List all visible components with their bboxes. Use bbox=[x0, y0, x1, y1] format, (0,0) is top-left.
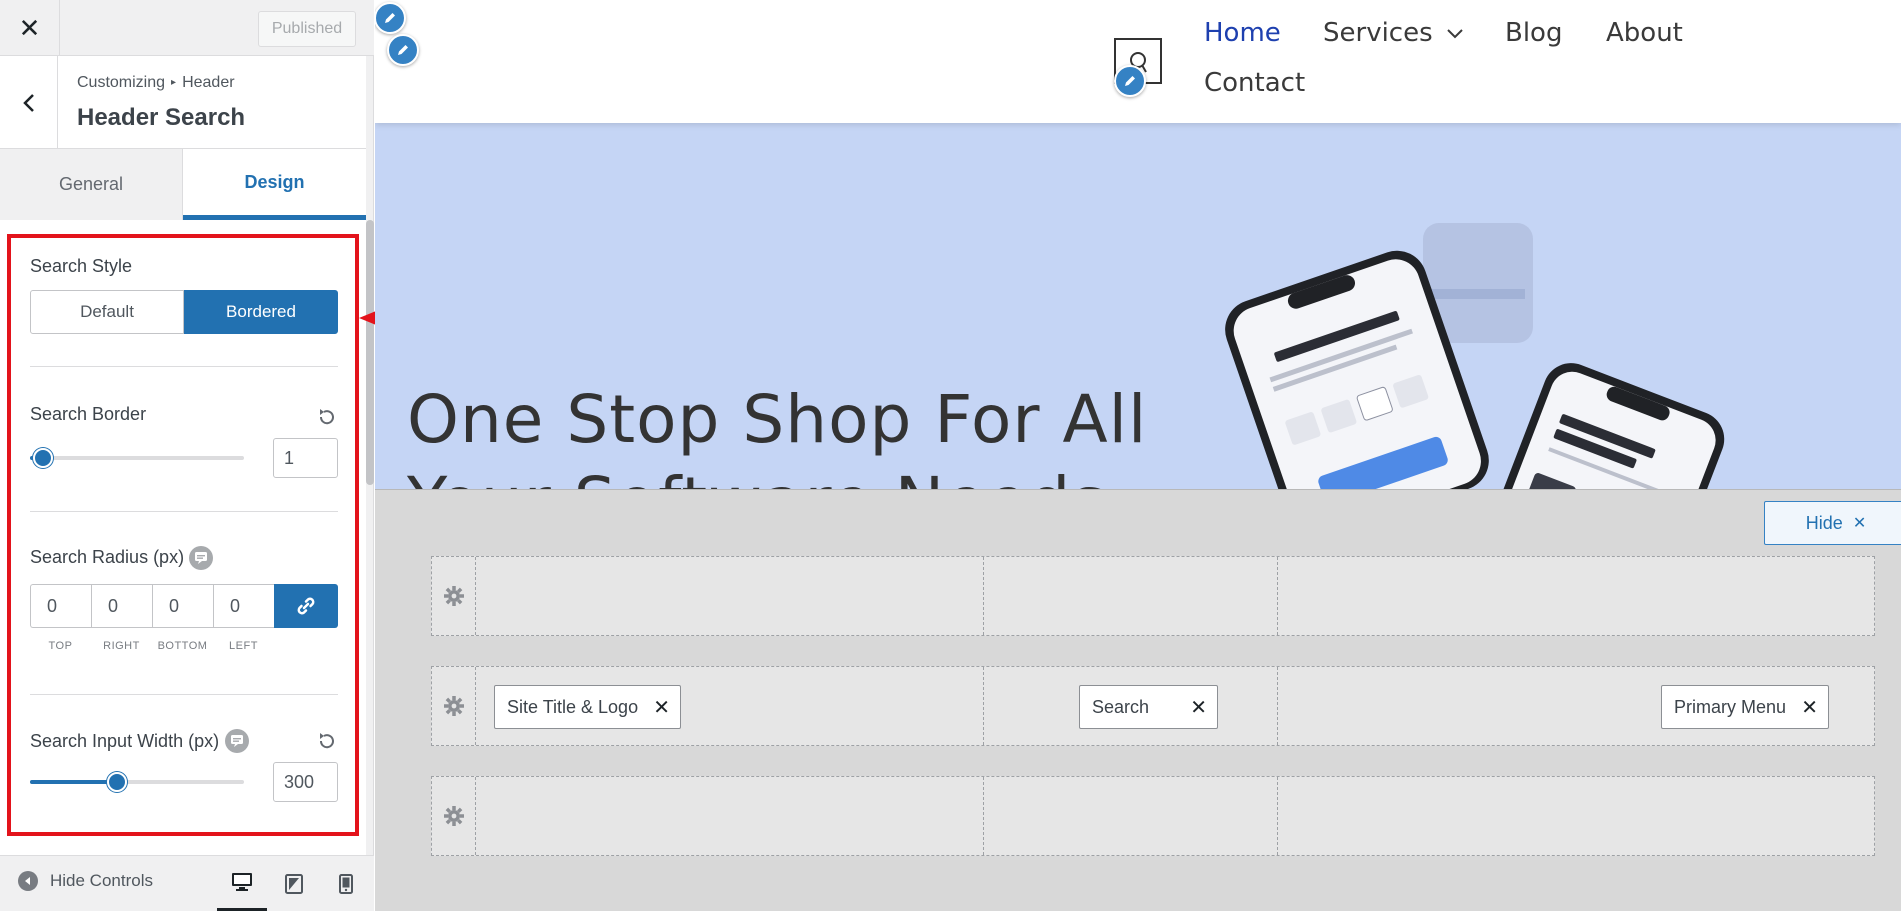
annotation-highlight-box bbox=[7, 234, 359, 836]
nav-services-label: Services bbox=[1323, 18, 1433, 48]
customizer-footer: Hide Controls bbox=[0, 855, 374, 911]
close-icon: ✕ bbox=[18, 12, 41, 43]
column-divider bbox=[1277, 557, 1278, 635]
hero-section: One Stop Shop For All Your Software Need… bbox=[375, 123, 1901, 489]
column-divider bbox=[983, 777, 984, 855]
hero-title-line-1: One Stop Shop For All bbox=[407, 381, 1148, 458]
nav-blog[interactable]: Blog bbox=[1505, 18, 1562, 48]
builder-item-label: Search bbox=[1092, 696, 1150, 717]
builder-item-label: Primary Menu bbox=[1674, 696, 1787, 717]
gear-icon bbox=[443, 586, 464, 606]
remove-item-icon[interactable]: ✕ bbox=[1190, 695, 1207, 720]
hero-title-line-2: Your Software Needs bbox=[407, 461, 1167, 489]
preview-mobile-button[interactable] bbox=[321, 856, 371, 911]
hide-builder-button[interactable]: Hide ✕ bbox=[1764, 501, 1901, 545]
builder-item-primary-menu[interactable]: Primary Menu ✕ bbox=[1661, 685, 1829, 729]
panel-scrollbar[interactable] bbox=[366, 220, 374, 485]
remove-item-icon[interactable]: ✕ bbox=[653, 695, 670, 720]
hide-builder-label: Hide bbox=[1805, 512, 1843, 533]
section-tabs: General Design bbox=[0, 149, 366, 220]
site-header: Home Services Blog About Contact bbox=[375, 0, 1901, 123]
hide-controls-button[interactable]: Hide Controls bbox=[18, 871, 153, 891]
hero-phones-illustration bbox=[1225, 223, 1725, 489]
hero-title: One Stop Shop For All Your Software Need… bbox=[407, 379, 1167, 489]
customizer-topbar: ✕ Published bbox=[0, 0, 374, 56]
builder-row-bottom[interactable] bbox=[431, 776, 1875, 856]
site-preview: Home Services Blog About Contact One Sto… bbox=[375, 0, 1901, 911]
nav-about[interactable]: About bbox=[1606, 18, 1683, 48]
breadcrumb-child: Header bbox=[182, 74, 235, 91]
close-customizer-button[interactable]: ✕ bbox=[0, 0, 60, 56]
mobile-icon bbox=[339, 874, 353, 894]
row-settings-button[interactable] bbox=[432, 667, 476, 745]
section-title: Header Search bbox=[77, 104, 246, 131]
tablet-icon bbox=[285, 874, 303, 894]
preview-tablet-button[interactable] bbox=[269, 856, 319, 911]
builder-row-main[interactable]: Site Title & Logo ✕ Search ✕ Primary Men… bbox=[431, 666, 1875, 746]
chevron-down-icon bbox=[1447, 29, 1463, 39]
nav-contact[interactable]: Contact bbox=[1204, 68, 1305, 98]
preview-desktop-button[interactable] bbox=[217, 856, 267, 911]
gear-icon bbox=[443, 696, 464, 716]
edit-shortcut-pencil-icon[interactable] bbox=[1114, 65, 1146, 97]
nav-services[interactable]: Services bbox=[1323, 18, 1465, 48]
back-button[interactable] bbox=[0, 56, 58, 149]
hide-controls-label: Hide Controls bbox=[50, 871, 153, 890]
builder-item-search[interactable]: Search ✕ bbox=[1079, 685, 1218, 729]
tab-design[interactable]: Design bbox=[183, 149, 366, 220]
edit-shortcut-pencil-icon[interactable] bbox=[375, 2, 406, 34]
section-header: Customizing ▸ Header Header Search bbox=[0, 56, 366, 149]
edit-shortcut-pencil-icon[interactable] bbox=[387, 34, 419, 66]
customizer-panel: ✕ Published Customizing ▸ Header Header Se… bbox=[0, 0, 440, 911]
breadcrumb: Customizing ▸ Header bbox=[77, 74, 235, 92]
nav-home[interactable]: Home bbox=[1204, 18, 1281, 48]
column-divider bbox=[1277, 777, 1278, 855]
breadcrumb-separator: ▸ bbox=[171, 77, 177, 88]
row-settings-button[interactable] bbox=[432, 557, 476, 635]
column-divider bbox=[983, 667, 984, 745]
builder-item-site-title-logo[interactable]: Site Title & Logo ✕ bbox=[494, 685, 681, 729]
close-icon: ✕ bbox=[1852, 515, 1867, 532]
row-settings-button[interactable] bbox=[432, 777, 476, 855]
desktop-icon bbox=[232, 873, 252, 891]
tab-general[interactable]: General bbox=[0, 149, 183, 220]
builder-item-label: Site Title & Logo bbox=[507, 696, 639, 717]
column-divider bbox=[983, 557, 984, 635]
breadcrumb-parent: Customizing bbox=[77, 74, 166, 91]
builder-row-top[interactable] bbox=[431, 556, 1875, 636]
collapse-icon bbox=[18, 871, 38, 891]
remove-item-icon[interactable]: ✕ bbox=[1801, 695, 1818, 720]
published-button[interactable]: Published bbox=[258, 11, 356, 47]
column-divider bbox=[1277, 667, 1278, 745]
gear-icon bbox=[443, 806, 464, 826]
back-chevron-icon bbox=[22, 93, 34, 112]
header-builder: Hide ✕ Site Title & Logo ✕ Search ✕ Prim… bbox=[375, 489, 1901, 911]
